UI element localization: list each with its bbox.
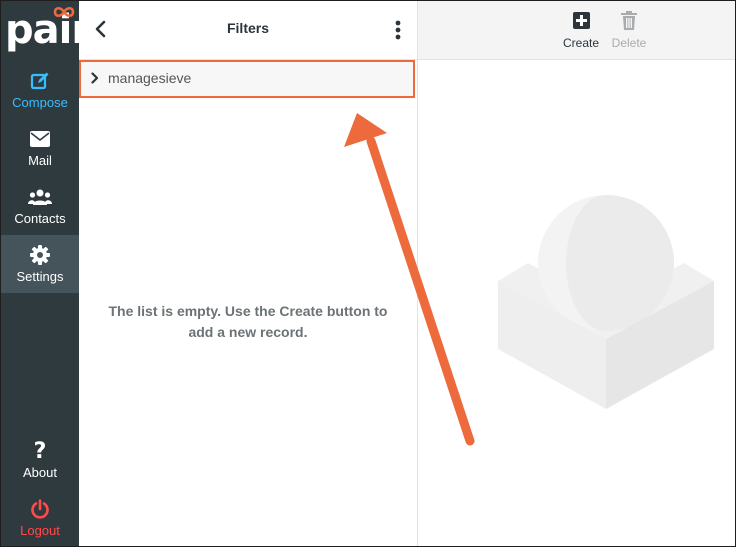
- app-window: pair Compose Mail Contacts Settings ? Ab…: [0, 0, 736, 547]
- contacts-icon: [28, 186, 52, 208]
- empty-message-line: The list is empty. Use the Create button…: [108, 303, 388, 319]
- delete-button-label: Delete: [611, 36, 647, 50]
- create-button-label: Create: [562, 36, 600, 50]
- question-icon: ?: [33, 438, 47, 464]
- sidebar-item-label: Settings: [16, 269, 64, 284]
- logo-text: pair: [5, 7, 91, 53]
- sidebar-item-about[interactable]: ? About: [1, 431, 79, 489]
- infinity-icon: [53, 6, 75, 18]
- empty-message-line: add a new record.: [188, 324, 308, 340]
- empty-box-illustration: [498, 195, 714, 409]
- plus-square-icon: [572, 9, 590, 31]
- sidebar-item-settings[interactable]: Settings: [1, 235, 79, 293]
- mail-icon: [30, 128, 50, 150]
- sidebar-item-label: Compose: [12, 95, 68, 110]
- logo: pair: [1, 1, 91, 61]
- power-icon: [30, 498, 50, 520]
- sidebar-item-compose[interactable]: Compose: [1, 61, 79, 119]
- more-vertical-icon[interactable]: [395, 20, 401, 40]
- trash-icon: [621, 9, 637, 31]
- sidebar-item-logout[interactable]: Logout: [1, 489, 79, 546]
- sidebar-item-label: Mail: [28, 153, 52, 168]
- sidebar-item-label: Logout: [20, 523, 60, 538]
- gear-icon: [30, 244, 50, 266]
- content-panel: Create Delete: [418, 1, 735, 546]
- filter-set-row[interactable]: managesieve: [79, 60, 415, 98]
- page-title: Filters: [226, 20, 269, 36]
- sidebar-item-label: About: [23, 465, 57, 480]
- content-toolbar: Create Delete: [418, 1, 735, 60]
- compose-icon: [30, 70, 50, 92]
- sidebar-item-mail[interactable]: Mail: [1, 119, 79, 177]
- create-button[interactable]: Create: [556, 9, 606, 53]
- sidebar-item-contacts[interactable]: Contacts: [1, 177, 79, 235]
- chevron-right-icon: [91, 72, 99, 84]
- sidebar-item-label: Contacts: [14, 211, 66, 226]
- delete-button[interactable]: Delete: [604, 9, 654, 53]
- filter-set-name: managesieve: [108, 70, 192, 86]
- list-header: Filters: [79, 1, 417, 60]
- empty-list-message: The list is empty. Use the Create button…: [79, 301, 417, 343]
- sidebar: pair Compose Mail Contacts Settings ? Ab…: [1, 1, 91, 546]
- filters-list-panel: Filters managesieve The list is empty. U…: [79, 1, 418, 546]
